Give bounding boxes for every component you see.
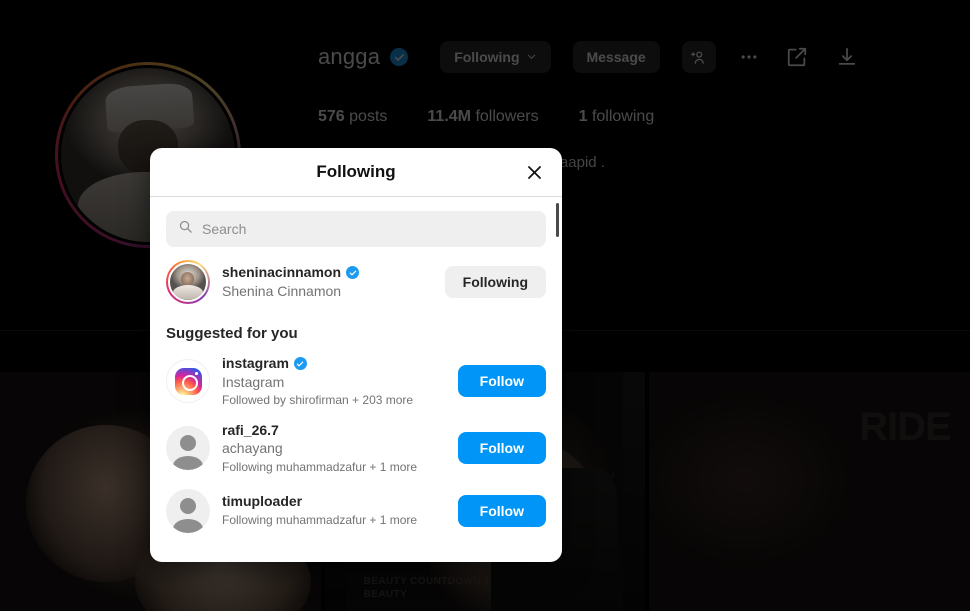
modal-header: Following [150,148,562,197]
modal-title: Following [316,162,396,181]
verified-badge-icon [390,48,409,66]
list-item[interactable]: timuploader Following muhammadzafur + 1 … [150,482,562,540]
following-button[interactable]: Following [444,266,546,298]
ellipsis-icon[interactable] [732,41,766,73]
grid-photo-3[interactable]: RIDE [649,372,970,611]
list-item-username[interactable]: instagram [222,355,289,373]
stat-followers-value: 11.4M [427,108,471,125]
following-modal: Following Search sheninacinnamon Shenina… [150,148,562,562]
profile-name-row: angga Following Message [318,34,960,80]
stat-posts-label: posts [349,108,388,125]
stat-posts[interactable]: 576 posts [318,108,387,126]
avatar[interactable] [166,488,210,533]
follow-button[interactable]: Follow [457,494,546,527]
following-button-label: Following [454,49,520,65]
list-item[interactable]: instagram Instagram Followed by shirofir… [150,348,562,415]
avatar[interactable] [166,260,210,304]
list-item-fullname: achayang [222,440,283,457]
modal-body: sheninacinnamon Shenina Cinnamon Followi… [150,197,562,562]
close-icon[interactable] [520,158,548,186]
verified-badge-icon [346,266,360,280]
search-box[interactable] [166,211,546,247]
message-button[interactable]: Message [572,41,660,73]
list-item[interactable]: sheninacinnamon Shenina Cinnamon Followi… [150,253,562,311]
following-button[interactable]: Following [440,41,551,73]
modal-scrollbar[interactable] [556,203,559,237]
list-item-fullname: Shenina Cinnamon [222,282,342,299]
instagram-logo-icon [174,367,202,395]
stat-following[interactable]: 1 following [579,108,655,126]
avatar[interactable] [166,426,210,471]
verified-badge-icon [293,357,307,371]
list-item-meta: Followed by shirofirman + 203 more [222,392,414,407]
avatar[interactable] [166,359,210,404]
list-item[interactable]: rafi_26.7 achayang Following muhammadzaf… [150,415,562,482]
list-item-meta: Following muhammadzafur + 1 more [222,512,418,527]
instagram-profile-screen: angga Following Message 576 posts 11.4M … [0,0,970,611]
list-item-text: rafi_26.7 achayang Following muhammadzaf… [222,422,446,475]
external-link-icon[interactable] [780,41,814,73]
stat-followers[interactable]: 11.4M followers [427,108,538,126]
list-item-fullname: Instagram [222,373,285,390]
download-icon[interactable] [830,41,864,73]
follow-button[interactable]: Follow [457,365,546,398]
list-item-username[interactable]: timuploader [222,493,302,511]
search-area [150,207,562,253]
suggested-heading: Suggested for you [166,325,298,342]
list-item-username[interactable]: rafi_26.7 [222,422,279,440]
add-person-icon[interactable] [681,41,716,73]
stat-following-label: following [591,108,655,125]
stat-posts-value: 576 [318,108,345,125]
magazine-bride-word: RIDE [859,405,952,450]
list-item-username[interactable]: sheninacinnamon [222,264,341,282]
stat-followers-label: followers [475,108,539,125]
search-icon [178,219,193,239]
list-item-text: sheninacinnamon Shenina Cinnamon [222,264,433,300]
chevron-down-icon [526,49,537,65]
list-item-text: timuploader Following muhammadzafur + 1 … [222,493,446,528]
profile-stats: 576 posts 11.4M followers 1 following [318,108,960,126]
follow-button[interactable]: Follow [457,432,546,465]
list-item-meta: Following muhammadzafur + 1 more [222,459,418,474]
list-item-text: instagram Instagram Followed by shirofir… [222,355,446,408]
profile-username: angga [318,44,381,69]
message-button-label: Message [586,49,646,65]
stat-following-value: 1 [578,108,588,125]
search-input[interactable] [202,221,534,237]
